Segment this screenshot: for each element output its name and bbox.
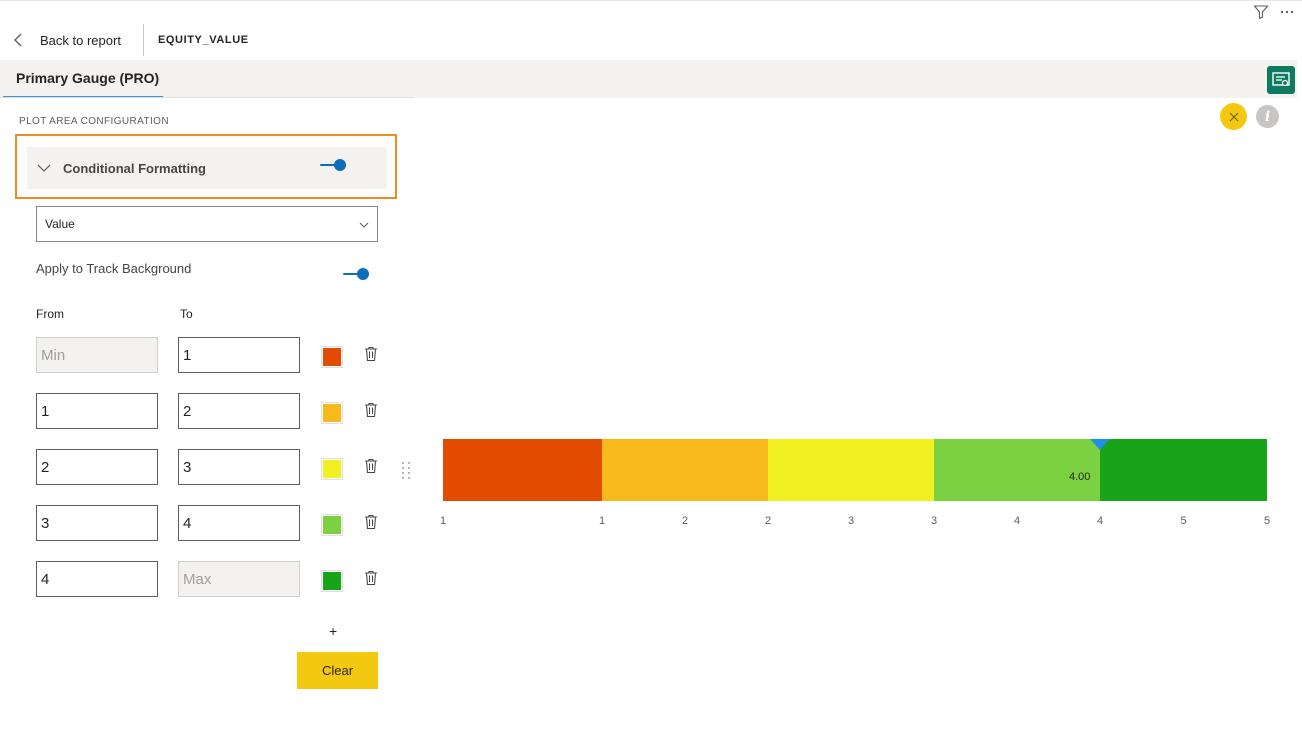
rule-color-fill	[323, 404, 341, 422]
rule-to-input-text: 1	[183, 346, 192, 364]
gauge-tick-label: 2	[764, 515, 772, 527]
mode-select-value: Value	[45, 217, 75, 231]
gauge-track	[443, 439, 1267, 501]
rule-from-input[interactable]: 1	[36, 393, 158, 429]
rule-color-swatch[interactable]	[321, 346, 343, 368]
gauge-band	[602, 439, 768, 501]
back-to-report-button[interactable]: Back to report	[12, 33, 121, 48]
tab-label: Primary Gauge (PRO)	[16, 70, 160, 86]
delete-rule-icon[interactable]	[364, 570, 378, 586]
rule-from-input-text: 4	[41, 570, 50, 588]
add-rule-button[interactable]: +	[329, 623, 337, 639]
drag-handle-icon[interactable]	[401, 461, 411, 479]
gauge-tick-label: 3	[930, 515, 938, 527]
rule-from-input-text: Min	[41, 346, 66, 364]
rule-from-input[interactable]: 3	[36, 505, 158, 541]
rule-color-swatch[interactable]	[321, 458, 343, 480]
gauge-value-marker	[1090, 439, 1110, 450]
section-label: PLOT AREA CONFIGURATION	[19, 116, 169, 127]
rule-to-input[interactable]: 1	[178, 337, 300, 373]
gauge-tick-label: 5	[1180, 515, 1187, 527]
rule-to-input-text: Max	[183, 570, 212, 588]
chevron-down-icon	[37, 164, 51, 172]
visual-header-icons	[1252, 4, 1296, 20]
rule-from-input[interactable]: 4	[36, 561, 158, 597]
delete-rule-icon[interactable]	[364, 346, 378, 362]
more-options-icon[interactable]	[1278, 4, 1296, 20]
mode-select[interactable]: Value	[36, 206, 378, 242]
gauge-tick-label: 1	[598, 515, 606, 527]
delete-rule-icon[interactable]	[364, 402, 378, 418]
header-divider	[142, 24, 144, 56]
apply-track-toggle[interactable]	[343, 268, 369, 280]
conditional-formatting-label: Conditional Formatting	[63, 160, 206, 176]
close-icon	[1229, 112, 1238, 121]
rule-color-swatch[interactable]	[321, 570, 343, 592]
gauge-value-label: 4.00	[1069, 471, 1091, 483]
rule-color-fill	[323, 348, 341, 366]
rule-to-input[interactable]: Max	[178, 561, 300, 597]
rule-from-input-text: 1	[41, 402, 50, 420]
tab-underline	[0, 97, 414, 98]
gauge-band	[768, 439, 934, 501]
rule-color-swatch[interactable]	[321, 402, 343, 424]
conditional-formatting-toggle[interactable]	[320, 159, 346, 171]
rule-color-fill	[323, 516, 341, 534]
rule-from-input[interactable]: 2	[36, 449, 158, 485]
gauge-band	[934, 439, 1100, 501]
rule-color-swatch[interactable]	[321, 514, 343, 536]
measure-name: EQUITY_VALUE	[157, 34, 249, 46]
to-column-header: To	[180, 307, 193, 321]
gauge-tick-label: 2	[681, 515, 689, 527]
back-label: Back to report	[40, 32, 121, 48]
format-panel-icon[interactable]	[1267, 66, 1295, 94]
filter-icon[interactable]	[1252, 4, 1270, 20]
rule-from-input-text: 2	[41, 458, 50, 476]
info-icon[interactable]: i	[1256, 105, 1279, 128]
rule-from-input[interactable]: Min	[36, 337, 158, 373]
apply-track-label: Apply to Track Background	[36, 261, 192, 276]
close-button[interactable]	[1220, 103, 1247, 130]
gauge-tick-label: 4	[1013, 515, 1021, 527]
gauge-band	[1100, 439, 1267, 501]
editor-header: Back to report EQUITY_VALUE	[0, 22, 420, 58]
rule-to-input-text: 3	[183, 458, 192, 476]
clear-button[interactable]: Clear	[297, 652, 378, 689]
rule-color-fill	[323, 460, 341, 478]
rule-to-input[interactable]: 4	[178, 505, 300, 541]
top-border	[0, 0, 1302, 3]
tab-primary-gauge[interactable]: Primary Gauge (PRO)	[3, 60, 163, 98]
gauge-band	[443, 439, 602, 501]
rule-to-input[interactable]: 3	[178, 449, 300, 485]
gauge-tick-label: 4	[1096, 515, 1104, 527]
rule-to-input-text: 4	[183, 514, 192, 532]
gauge-tick-label: 1	[439, 515, 447, 527]
rule-to-input[interactable]: 2	[178, 393, 300, 429]
rule-from-input-text: 3	[41, 514, 50, 532]
delete-rule-icon[interactable]	[364, 458, 378, 474]
rule-to-input-text: 2	[183, 402, 192, 420]
chevron-left-icon	[14, 33, 22, 47]
gauge-tick-label: 3	[847, 515, 855, 527]
chevron-down-icon	[359, 222, 369, 228]
gauge-tick-label: 5	[1263, 515, 1271, 527]
from-column-header: From	[36, 307, 64, 321]
delete-rule-icon[interactable]	[364, 514, 378, 530]
rule-color-fill	[323, 572, 341, 590]
tab-bar: Primary Gauge (PRO)	[0, 60, 1297, 98]
